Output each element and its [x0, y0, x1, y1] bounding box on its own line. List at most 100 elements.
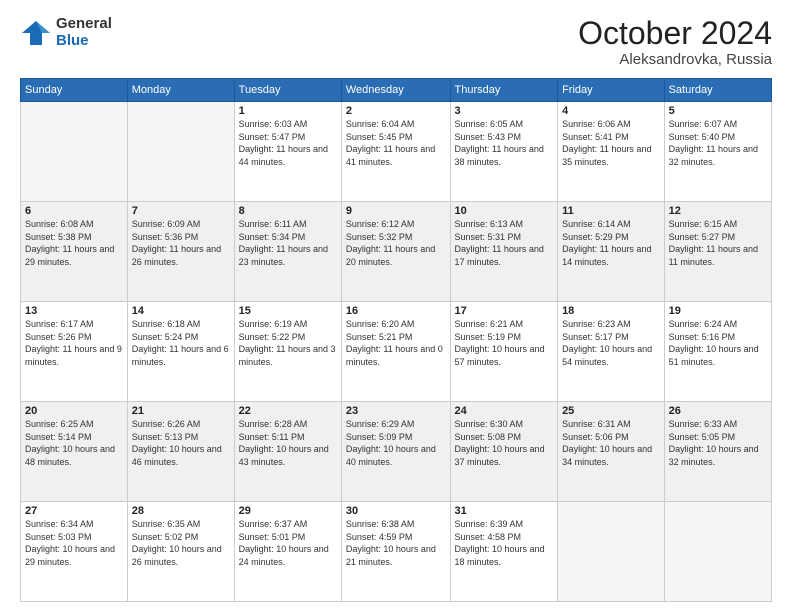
day-number: 3 [455, 105, 554, 117]
day-info: Sunrise: 6:39 AM Sunset: 4:58 PM Dayligh… [455, 518, 554, 568]
day-info: Sunrise: 6:31 AM Sunset: 5:06 PM Dayligh… [562, 418, 660, 468]
page: General Blue October 2024 Aleksandrovka,… [0, 0, 792, 612]
day-number: 22 [239, 405, 337, 417]
day-info: Sunrise: 6:07 AM Sunset: 5:40 PM Dayligh… [669, 118, 767, 168]
table-row: 26Sunrise: 6:33 AM Sunset: 5:05 PM Dayli… [664, 402, 771, 502]
table-row [127, 102, 234, 202]
table-row: 12Sunrise: 6:15 AM Sunset: 5:27 PM Dayli… [664, 202, 771, 302]
day-number: 13 [25, 305, 123, 317]
table-row [558, 502, 665, 602]
day-info: Sunrise: 6:35 AM Sunset: 5:02 PM Dayligh… [132, 518, 230, 568]
col-friday: Friday [558, 79, 665, 102]
day-number: 18 [562, 305, 660, 317]
day-number: 24 [455, 405, 554, 417]
table-row: 17Sunrise: 6:21 AM Sunset: 5:19 PM Dayli… [450, 302, 558, 402]
title-block: October 2024 Aleksandrovka, Russia [578, 16, 772, 68]
day-info: Sunrise: 6:29 AM Sunset: 5:09 PM Dayligh… [346, 418, 446, 468]
day-number: 4 [562, 105, 660, 117]
table-row: 5Sunrise: 6:07 AM Sunset: 5:40 PM Daylig… [664, 102, 771, 202]
day-number: 5 [669, 105, 767, 117]
day-info: Sunrise: 6:33 AM Sunset: 5:05 PM Dayligh… [669, 418, 767, 468]
calendar-week-row: 6Sunrise: 6:08 AM Sunset: 5:38 PM Daylig… [21, 202, 772, 302]
table-row: 16Sunrise: 6:20 AM Sunset: 5:21 PM Dayli… [341, 302, 450, 402]
day-number: 7 [132, 205, 230, 217]
day-number: 9 [346, 205, 446, 217]
day-info: Sunrise: 6:12 AM Sunset: 5:32 PM Dayligh… [346, 218, 446, 268]
day-number: 1 [239, 105, 337, 117]
table-row: 21Sunrise: 6:26 AM Sunset: 5:13 PM Dayli… [127, 402, 234, 502]
col-saturday: Saturday [664, 79, 771, 102]
table-row: 2Sunrise: 6:04 AM Sunset: 5:45 PM Daylig… [341, 102, 450, 202]
table-row: 7Sunrise: 6:09 AM Sunset: 5:36 PM Daylig… [127, 202, 234, 302]
table-row: 23Sunrise: 6:29 AM Sunset: 5:09 PM Dayli… [341, 402, 450, 502]
day-info: Sunrise: 6:17 AM Sunset: 5:26 PM Dayligh… [25, 318, 123, 368]
calendar-header-row: Sunday Monday Tuesday Wednesday Thursday… [21, 79, 772, 102]
day-number: 26 [669, 405, 767, 417]
table-row: 31Sunrise: 6:39 AM Sunset: 4:58 PM Dayli… [450, 502, 558, 602]
day-number: 19 [669, 305, 767, 317]
day-number: 27 [25, 505, 123, 517]
table-row: 3Sunrise: 6:05 AM Sunset: 5:43 PM Daylig… [450, 102, 558, 202]
day-info: Sunrise: 6:08 AM Sunset: 5:38 PM Dayligh… [25, 218, 123, 268]
day-number: 14 [132, 305, 230, 317]
day-number: 11 [562, 205, 660, 217]
col-wednesday: Wednesday [341, 79, 450, 102]
day-info: Sunrise: 6:34 AM Sunset: 5:03 PM Dayligh… [25, 518, 123, 568]
day-number: 31 [455, 505, 554, 517]
table-row [664, 502, 771, 602]
table-row: 13Sunrise: 6:17 AM Sunset: 5:26 PM Dayli… [21, 302, 128, 402]
table-row: 27Sunrise: 6:34 AM Sunset: 5:03 PM Dayli… [21, 502, 128, 602]
table-row: 28Sunrise: 6:35 AM Sunset: 5:02 PM Dayli… [127, 502, 234, 602]
table-row: 18Sunrise: 6:23 AM Sunset: 5:17 PM Dayli… [558, 302, 665, 402]
table-row: 4Sunrise: 6:06 AM Sunset: 5:41 PM Daylig… [558, 102, 665, 202]
day-info: Sunrise: 6:21 AM Sunset: 5:19 PM Dayligh… [455, 318, 554, 368]
table-row: 20Sunrise: 6:25 AM Sunset: 5:14 PM Dayli… [21, 402, 128, 502]
calendar-week-row: 20Sunrise: 6:25 AM Sunset: 5:14 PM Dayli… [21, 402, 772, 502]
day-number: 30 [346, 505, 446, 517]
logo-general-text: General [56, 16, 112, 33]
day-number: 17 [455, 305, 554, 317]
table-row: 29Sunrise: 6:37 AM Sunset: 5:01 PM Dayli… [234, 502, 341, 602]
header: General Blue October 2024 Aleksandrovka,… [20, 16, 772, 68]
table-row: 30Sunrise: 6:38 AM Sunset: 4:59 PM Dayli… [341, 502, 450, 602]
day-info: Sunrise: 6:30 AM Sunset: 5:08 PM Dayligh… [455, 418, 554, 468]
table-row: 9Sunrise: 6:12 AM Sunset: 5:32 PM Daylig… [341, 202, 450, 302]
day-info: Sunrise: 6:19 AM Sunset: 5:22 PM Dayligh… [239, 318, 337, 368]
day-info: Sunrise: 6:23 AM Sunset: 5:17 PM Dayligh… [562, 318, 660, 368]
table-row: 1Sunrise: 6:03 AM Sunset: 5:47 PM Daylig… [234, 102, 341, 202]
day-info: Sunrise: 6:18 AM Sunset: 5:24 PM Dayligh… [132, 318, 230, 368]
logo: General Blue [20, 16, 112, 49]
day-number: 2 [346, 105, 446, 117]
col-tuesday: Tuesday [234, 79, 341, 102]
col-monday: Monday [127, 79, 234, 102]
day-number: 25 [562, 405, 660, 417]
calendar-table: Sunday Monday Tuesday Wednesday Thursday… [20, 78, 772, 602]
table-row: 15Sunrise: 6:19 AM Sunset: 5:22 PM Dayli… [234, 302, 341, 402]
table-row [21, 102, 128, 202]
day-info: Sunrise: 6:25 AM Sunset: 5:14 PM Dayligh… [25, 418, 123, 468]
table-row: 11Sunrise: 6:14 AM Sunset: 5:29 PM Dayli… [558, 202, 665, 302]
day-number: 21 [132, 405, 230, 417]
day-info: Sunrise: 6:38 AM Sunset: 4:59 PM Dayligh… [346, 518, 446, 568]
day-number: 15 [239, 305, 337, 317]
day-number: 16 [346, 305, 446, 317]
day-number: 29 [239, 505, 337, 517]
day-info: Sunrise: 6:28 AM Sunset: 5:11 PM Dayligh… [239, 418, 337, 468]
logo-icon [20, 19, 52, 47]
day-info: Sunrise: 6:26 AM Sunset: 5:13 PM Dayligh… [132, 418, 230, 468]
day-number: 28 [132, 505, 230, 517]
day-number: 8 [239, 205, 337, 217]
day-info: Sunrise: 6:24 AM Sunset: 5:16 PM Dayligh… [669, 318, 767, 368]
calendar-week-row: 27Sunrise: 6:34 AM Sunset: 5:03 PM Dayli… [21, 502, 772, 602]
day-info: Sunrise: 6:37 AM Sunset: 5:01 PM Dayligh… [239, 518, 337, 568]
day-info: Sunrise: 6:04 AM Sunset: 5:45 PM Dayligh… [346, 118, 446, 168]
day-info: Sunrise: 6:06 AM Sunset: 5:41 PM Dayligh… [562, 118, 660, 168]
day-number: 12 [669, 205, 767, 217]
table-row: 19Sunrise: 6:24 AM Sunset: 5:16 PM Dayli… [664, 302, 771, 402]
day-number: 20 [25, 405, 123, 417]
month-title: October 2024 [578, 16, 772, 51]
day-info: Sunrise: 6:05 AM Sunset: 5:43 PM Dayligh… [455, 118, 554, 168]
day-info: Sunrise: 6:13 AM Sunset: 5:31 PM Dayligh… [455, 218, 554, 268]
day-info: Sunrise: 6:20 AM Sunset: 5:21 PM Dayligh… [346, 318, 446, 368]
location: Aleksandrovka, Russia [578, 51, 772, 68]
